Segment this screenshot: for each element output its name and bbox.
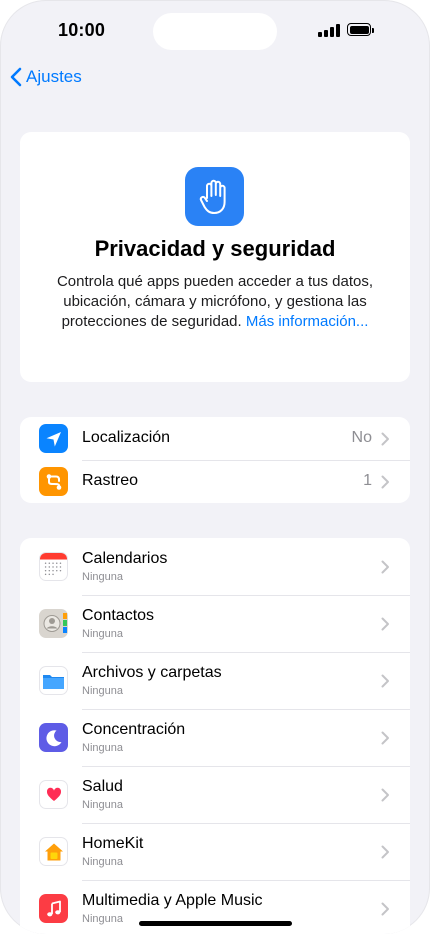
row-sublabel: Ninguna xyxy=(82,571,123,583)
chevron-right-icon xyxy=(381,788,389,802)
row-sublabel: Ninguna xyxy=(82,685,123,697)
dynamic-island xyxy=(153,13,277,50)
phone-screen: 10:00 Ajustes Privacidad y seguridad Con… xyxy=(0,0,430,934)
row-rastreo[interactable]: Rastreo 1 xyxy=(20,460,410,503)
row-label: Rastreo xyxy=(82,472,139,489)
back-button-label: Ajustes xyxy=(26,67,82,86)
row-value: No xyxy=(351,429,372,446)
status-bar: 10:00 xyxy=(0,0,430,60)
row-archivos[interactable]: Archivos y carpetas Ninguna xyxy=(20,652,410,709)
row-label: Contactos xyxy=(82,607,155,624)
row-label: Calendarios xyxy=(82,550,168,567)
row-concentracion[interactable]: Concentración Ninguna xyxy=(20,709,410,766)
chevron-right-icon xyxy=(381,560,389,574)
back-button[interactable]: Ajustes xyxy=(10,64,82,90)
chevron-right-icon xyxy=(381,902,389,916)
chevron-right-icon xyxy=(381,617,389,631)
music-icon xyxy=(39,894,68,923)
row-homekit[interactable]: HomeKit Ninguna xyxy=(20,823,410,880)
row-localizacion[interactable]: Localización No xyxy=(20,417,410,460)
battery-icon xyxy=(347,23,374,37)
moon-icon xyxy=(39,723,68,752)
calendar-icon xyxy=(39,552,68,581)
row-sublabel: Ninguna xyxy=(82,913,123,925)
row-sublabel: Ninguna xyxy=(82,628,123,640)
more-info-link[interactable]: Más información... xyxy=(246,313,369,330)
row-label: HomeKit xyxy=(82,835,144,852)
home-indicator[interactable] xyxy=(139,921,292,926)
row-label: Localización xyxy=(82,429,171,446)
chevron-right-icon xyxy=(381,731,389,745)
row-label: Archivos y carpetas xyxy=(82,664,222,681)
home-icon xyxy=(39,837,68,866)
row-sublabel: Ninguna xyxy=(82,799,123,811)
row-label: Salud xyxy=(82,778,123,795)
location-arrow-icon xyxy=(39,424,68,453)
chevron-right-icon xyxy=(381,475,389,489)
chevron-right-icon xyxy=(381,845,389,859)
app-permissions-group: Calendarios Ninguna Contactos Ninguna Ar… xyxy=(20,538,410,934)
row-contactos[interactable]: Contactos Ninguna xyxy=(20,595,410,652)
status-time: 10:00 xyxy=(58,20,106,40)
location-tracking-group: Localización No Rastreo 1 xyxy=(20,417,410,503)
chevron-right-icon xyxy=(381,432,389,446)
heart-icon xyxy=(39,780,68,809)
page-description: Controla qué apps pueden acceder a tus d… xyxy=(50,272,380,332)
chevron-right-icon xyxy=(381,674,389,688)
row-value: 1 xyxy=(363,472,372,489)
hand-icon xyxy=(185,167,244,226)
row-sublabel: Ninguna xyxy=(82,742,123,754)
row-salud[interactable]: Salud Ninguna xyxy=(20,766,410,823)
privacy-header-card: Privacidad y seguridad Controla qué apps… xyxy=(20,132,410,382)
row-label: Concentración xyxy=(82,721,186,738)
row-calendarios[interactable]: Calendarios Ninguna xyxy=(20,538,410,595)
cellular-signal-icon xyxy=(318,24,340,37)
folder-icon xyxy=(39,666,68,695)
contacts-icon xyxy=(39,609,68,638)
tracking-icon xyxy=(39,467,68,496)
row-sublabel: Ninguna xyxy=(82,856,123,868)
row-label: Multimedia y Apple Music xyxy=(82,892,263,909)
chevron-left-icon xyxy=(10,67,22,87)
page-title: Privacidad y seguridad xyxy=(94,236,336,261)
